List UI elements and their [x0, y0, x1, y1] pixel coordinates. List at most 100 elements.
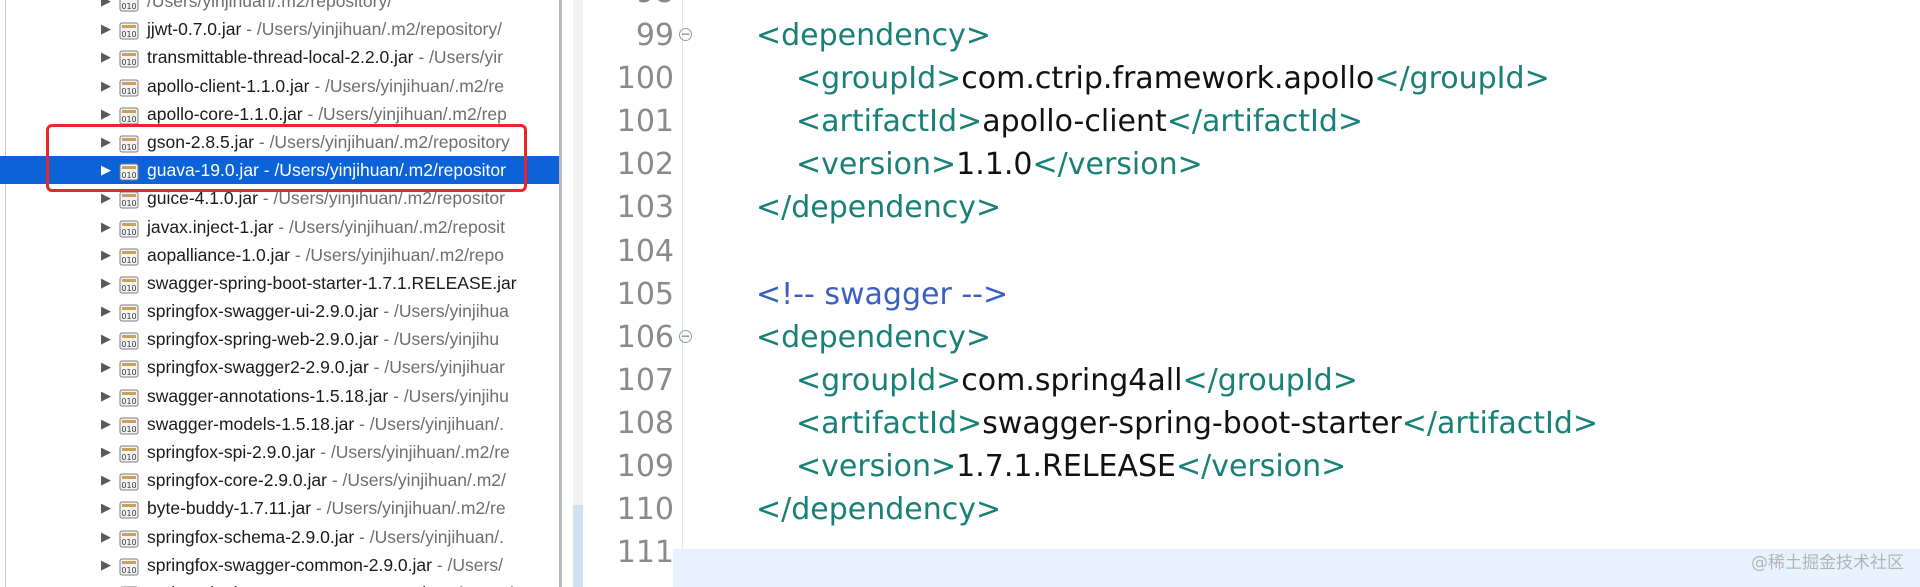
jar-file-icon: 010 — [119, 161, 139, 181]
xml-text: apollo-client — [982, 104, 1167, 140]
triangle-right-icon[interactable]: ▶ — [101, 15, 113, 43]
triangle-right-icon[interactable]: ▶ — [101, 43, 113, 71]
code-line[interactable]: 105 <!-- swagger --> — [562, 273, 1920, 316]
tree-row[interactable]: ▶ 010 springfox-swagger-ui-2.9.0.jar - /Us… — [0, 297, 562, 325]
tree-row[interactable]: ▶ 010 springfox-core-2.9.0.jar - /Users/yi… — [0, 466, 562, 494]
jar-path: - /Users/yinjihuan/.m2/repo — [290, 244, 504, 265]
tree-row-selected[interactable]: ▶ 010 guava-19.0.jar - /Users/yinjihuan/.m… — [0, 156, 562, 185]
code-line[interactable]: 100 <groupId>com.ctrip.framework.apollo</… — [562, 57, 1920, 100]
triangle-right-icon[interactable]: ▶ — [101, 297, 113, 325]
triangle-right-icon[interactable]: ▶ — [101, 269, 113, 297]
jar-name: apollo-client-1.1.0.jar — [147, 75, 310, 96]
code-line[interactable]: 111 — [562, 531, 1920, 574]
code-line[interactable]: 110 </dependency> — [562, 488, 1920, 531]
svg-text:010: 010 — [121, 425, 136, 434]
code-line[interactable]: 101 <artifactId>apollo-client</artifactId… — [562, 100, 1920, 143]
code-line[interactable]: 102 <version>1.1.0</version> — [562, 143, 1920, 186]
jar-file-icon: 010 — [119, 471, 139, 491]
jar-name: swagger-annotations-1.5.18.jar — [147, 385, 389, 406]
jar-name: springfox-swagger-common-2.9.0.jar — [147, 554, 432, 575]
code-line[interactable]: 108 <artifactId>swagger-spring-boot-start… — [562, 402, 1920, 445]
tree-row[interactable]: ▶ 010 swagger-models-1.5.18.jar - /Users/y… — [0, 410, 562, 438]
fold-collapse-icon[interactable]: − — [679, 28, 692, 42]
tree-row[interactable]: ▶ 010 byte-buddy-1.7.11.jar - /Users/yinji… — [0, 494, 562, 522]
xml-text: com.ctrip.framework.apollo — [961, 61, 1375, 97]
xml-tag: <groupId> — [796, 61, 962, 97]
jar-name: guava-19.0.jar — [147, 160, 259, 181]
triangle-right-icon[interactable]: ▶ — [101, 0, 113, 15]
xml-tag: <dependency> — [756, 319, 992, 355]
triangle-right-icon[interactable]: ▶ — [101, 325, 113, 353]
triangle-right-icon[interactable]: ▶ — [101, 213, 113, 241]
tree-row[interactable]: ▶010spring-plugin-core-1.2.0.RELEASE.jar… — [0, 579, 562, 587]
jar-path: - /Users/ — [442, 583, 513, 587]
tree-row[interactable]: ▶ 010 javax.inject-1.jar - /Users/yinjihua… — [0, 213, 562, 241]
code-text: </dependency> — [756, 186, 1001, 229]
tree-row[interactable]: ▶ 010 apollo-client-1.1.0.jar - /Users/yin… — [0, 72, 562, 100]
svg-text:010: 010 — [121, 284, 136, 293]
xml-editor[interactable]: 9899−<dependency>100<groupId>com.ctrip.f… — [562, 0, 1920, 587]
jar-path: - /Users/yinjihuan/.m2/repositor — [257, 188, 505, 209]
code-line[interactable]: 103 </dependency> — [562, 186, 1920, 229]
xml-tag: </artifactId> — [1166, 104, 1364, 140]
tree-row-label: jjwt-0.7.0.jar - /Users/yinjihuan/.m2/re… — [147, 15, 502, 43]
triangle-right-icon[interactable]: ▶ — [101, 438, 113, 466]
tree-row[interactable]: ▶ 010 gson-2.8.5.jar - /Users/yinjihuan/.m… — [0, 128, 562, 156]
triangle-right-icon[interactable]: ▶ — [101, 410, 113, 438]
xml-text: 1.7.1.RELEASE — [956, 449, 1177, 485]
triangle-right-icon[interactable]: ▶ — [101, 241, 113, 269]
triangle-right-icon[interactable]: ▶ — [101, 551, 113, 579]
tree-row[interactable]: ▶ 010 jjwt-0.7.0.jar - /Users/yinjihuan/.m… — [0, 15, 562, 43]
triangle-right-icon[interactable]: ▶ — [101, 353, 113, 381]
triangle-right-icon[interactable]: ▶ — [101, 494, 113, 522]
jar-file-icon: 010 — [119, 77, 139, 97]
tree-row-label: javax.inject-1.jar - /Users/yinjihuan/.m… — [147, 213, 505, 241]
code-line[interactable]: 106− <dependency> — [562, 316, 1920, 359]
triangle-right-icon[interactable]: ▶ — [101, 128, 113, 156]
code-line[interactable]: 99− <dependency> — [562, 14, 1920, 57]
tree-row[interactable]: ▶ 010 swagger-spring-boot-starter-1.7.1.RE… — [0, 269, 562, 297]
tree-row[interactable]: ▶ 010 springfox-swagger2-2.9.0.jar - /User… — [0, 353, 562, 381]
triangle-right-icon[interactable]: ▶ — [101, 382, 113, 410]
jar-name: springfox-swagger2-2.9.0.jar — [147, 357, 369, 378]
fold-collapse-icon[interactable]: − — [679, 329, 692, 343]
xml-text: com.spring4all — [961, 362, 1183, 398]
triangle-right-icon[interactable]: ▶ — [101, 100, 113, 128]
triangle-right-icon[interactable]: ▶ — [101, 579, 113, 587]
tree-row[interactable]: ▶ 010 apollo-core-1.1.0.jar - /Users/yinji… — [0, 100, 562, 128]
code-text: <groupId>com.ctrip.framework.apollo</gro… — [796, 57, 1550, 100]
tree-row[interactable]: ▶ 010 springfox-spring-web-2.9.0.jar - /Us… — [0, 325, 562, 353]
svg-text:010: 010 — [121, 228, 136, 237]
triangle-right-icon[interactable]: ▶ — [101, 72, 113, 100]
svg-text:010: 010 — [121, 566, 136, 575]
code-line[interactable]: 104 — [562, 230, 1920, 273]
triangle-right-icon[interactable]: ▶ — [101, 156, 113, 184]
jar-name: swagger-spring-boot-starter-1.7.1.RELEAS… — [147, 272, 517, 293]
jar-file-icon: 010 — [119, 0, 139, 12]
code-line[interactable]: 109 <version>1.7.1.RELEASE</version> — [562, 445, 1920, 488]
triangle-right-icon[interactable]: ▶ — [101, 523, 113, 551]
tree-row[interactable]: ▶ 010 springfox-spi-2.9.0.jar - /Users/yin… — [0, 438, 562, 466]
tree-row[interactable]: ▶ 010 aopalliance-1.0.jar - /Users/yinjihu… — [0, 241, 562, 269]
tree-row[interactable]: ▶ 010 springfox-swagger-common-2.9.0.jar -… — [0, 551, 562, 579]
xml-tag: </dependency> — [756, 492, 1002, 528]
tree-row-label: apollo-core-1.1.0.jar - /Users/yinjihuan… — [147, 100, 507, 128]
tree-row-label: byte-buddy-1.7.11.jar - /Users/yinjihuan… — [147, 494, 506, 522]
line-number: 106 — [616, 319, 674, 355]
code-area[interactable]: 9899−<dependency>100<groupId>com.ctrip.f… — [562, 0, 1920, 574]
code-text: <artifactId>apollo-client</artifactId> — [796, 100, 1363, 143]
tree-row[interactable]: ▶ 010 guice-4.1.0.jar - /Users/yinjihuan/.… — [0, 184, 562, 212]
tree-row[interactable]: ▶ 010 springfox-schema-2.9.0.jar - /Users/… — [0, 523, 562, 551]
tree-row[interactable]: ▶ 010 transmittable-thread-local-2.2.0.jar… — [0, 43, 562, 71]
jar-file-icon: 010 — [119, 20, 139, 40]
svg-text:010: 010 — [121, 143, 136, 152]
line-number: 111 — [616, 535, 674, 571]
line-number: 110 — [616, 492, 674, 528]
triangle-right-icon[interactable]: ▶ — [101, 466, 113, 494]
code-line[interactable]: 107 <groupId>com.spring4all</groupId> — [562, 359, 1920, 402]
triangle-right-icon[interactable]: ▶ — [101, 184, 113, 212]
line-number: 109 — [616, 449, 674, 485]
tree-row[interactable]: ▶ 010/Users/yinjihuan/.m2/repository/ — [0, 0, 562, 15]
tree-row[interactable]: ▶ 010 swagger-annotations-1.5.18.jar - /Us… — [0, 382, 562, 410]
code-line[interactable]: 98 — [562, 0, 1920, 14]
